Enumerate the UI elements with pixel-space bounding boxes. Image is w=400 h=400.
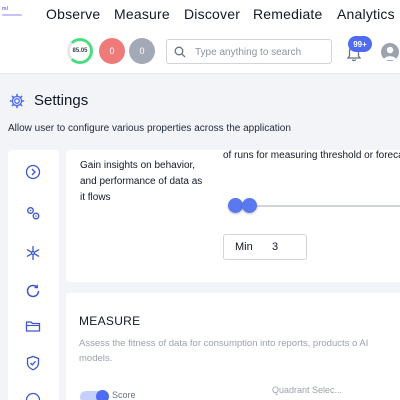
range-slider-track[interactable]: [232, 205, 400, 207]
search-input[interactable]: [195, 43, 329, 61]
gear-icon: [9, 93, 25, 109]
pending-count-badge[interactable]: 0: [129, 38, 155, 64]
snowflake-icon[interactable]: [25, 245, 41, 261]
user-icon: [383, 46, 397, 60]
nav-remediate[interactable]: Remediate: [253, 6, 323, 22]
gears-icon[interactable]: [25, 205, 41, 221]
duration-unit-label: Min: [235, 241, 253, 253]
score-toggle[interactable]: [80, 390, 109, 400]
score-toggle-label: Score: [112, 390, 136, 400]
shield-check-icon[interactable]: [25, 355, 41, 371]
page-title: Settings: [34, 92, 89, 109]
score-value: 85.05: [72, 48, 88, 54]
top-navigation: ml Observe Measure Discover Remediate An…: [0, 0, 400, 30]
alert-count-badge[interactable]: 0: [99, 38, 125, 64]
observe-settings-card: Gain insights on behavior, and performan…: [66, 150, 400, 282]
logo-underline: [2, 14, 22, 16]
app-logo[interactable]: ml: [2, 6, 24, 20]
duration-value[interactable]: 3: [272, 241, 278, 253]
threshold-description: of runs for measuring threshold or forec…: [223, 150, 400, 161]
status-bar: 85.05 0 0 99+: [0, 30, 400, 74]
search-box[interactable]: [166, 39, 332, 64]
folder-icon[interactable]: [25, 318, 41, 334]
search-icon: [174, 46, 186, 58]
avatar[interactable]: [381, 43, 399, 61]
quadrant-select[interactable]: Quadrant Selec...: [272, 385, 342, 395]
settings-extra-icon[interactable]: [25, 392, 41, 400]
range-slider-thumb-low[interactable]: [228, 198, 243, 213]
score-ring[interactable]: 85.05: [67, 38, 93, 64]
nav-discover[interactable]: Discover: [184, 6, 240, 22]
measure-settings-card: MEASURE Assess the fitness of data for c…: [66, 293, 400, 400]
logo-text: ml: [2, 6, 9, 12]
notification-badge: 99+: [348, 36, 372, 52]
nav-observe[interactable]: Observe: [46, 6, 100, 22]
nav-measure[interactable]: Measure: [114, 6, 170, 22]
measure-description: Assess the fitness of data for consumpti…: [79, 338, 369, 364]
page-subtitle: Allow user to configure various properti…: [8, 123, 291, 134]
measure-section-title: MEASURE: [79, 314, 141, 328]
score-toggle-knob: [96, 390, 109, 400]
settings-sidebar: [8, 150, 59, 400]
chevron-right-circle-icon[interactable]: [25, 164, 41, 180]
refresh-icon[interactable]: [25, 283, 41, 299]
range-slider-thumb-high[interactable]: [242, 198, 257, 213]
alert-count: 0: [109, 46, 115, 56]
observe-description: Gain insights on behavior, and performan…: [80, 160, 203, 203]
pending-count: 0: [139, 46, 145, 56]
duration-input[interactable]: Min 3: [223, 234, 307, 260]
nav-analytics[interactable]: Analytics: [337, 6, 395, 22]
